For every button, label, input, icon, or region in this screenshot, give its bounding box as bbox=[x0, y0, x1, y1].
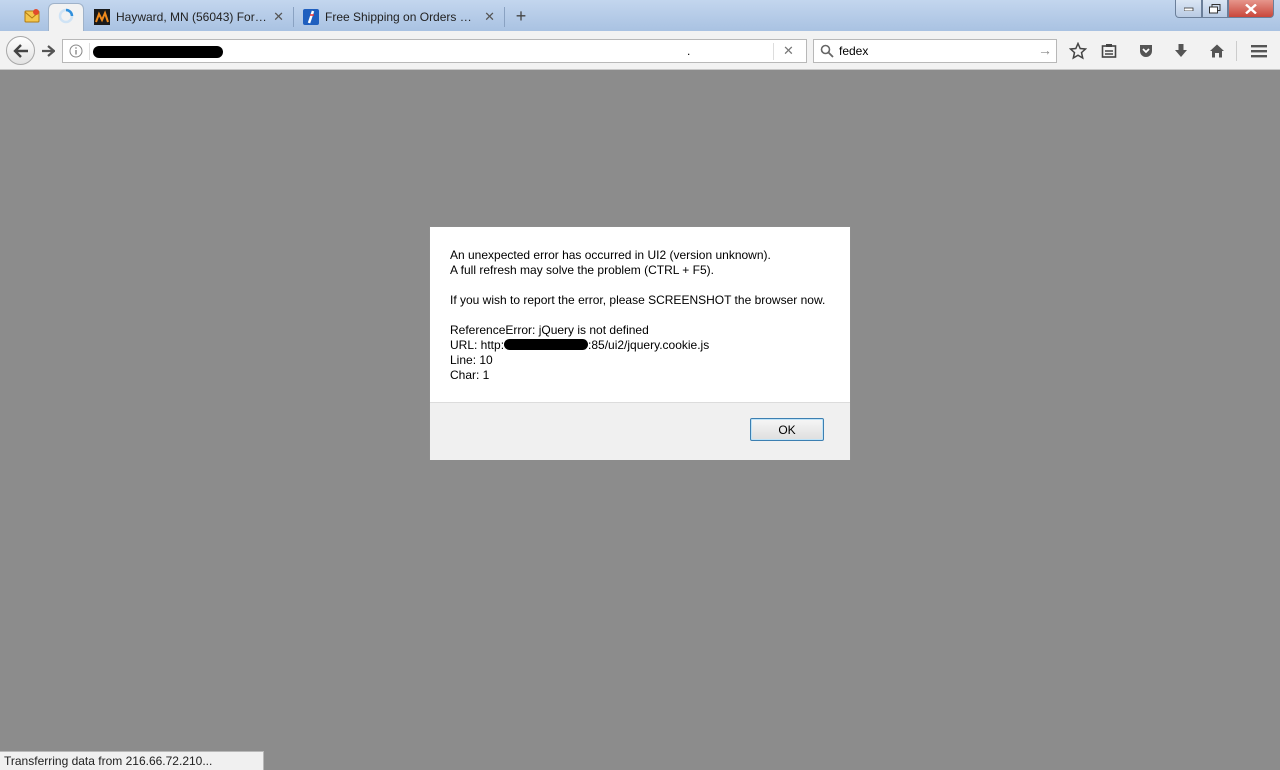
info-icon[interactable] bbox=[69, 44, 83, 61]
tab-separator bbox=[293, 7, 294, 27]
menu-button[interactable] bbox=[1249, 41, 1269, 61]
error-line: An unexpected error has occurred in UI2 … bbox=[450, 248, 771, 262]
error-line: ReferenceError: jQuery is not defined bbox=[450, 323, 649, 337]
error-line-number: Line: 10 bbox=[450, 353, 493, 367]
home-icon bbox=[1210, 44, 1224, 58]
error-url-line: URL: http: :85/ui2/jquery.cookie.js bbox=[450, 338, 840, 353]
downloads-button[interactable] bbox=[1171, 41, 1191, 61]
restore-icon bbox=[1209, 3, 1221, 13]
search-bar[interactable]: fedex → bbox=[813, 39, 1057, 63]
redacted-host bbox=[504, 339, 589, 350]
error-dialog: An unexpected error has occurred in UI2 … bbox=[429, 226, 851, 460]
dialog-footer: OK bbox=[430, 402, 850, 460]
search-go-icon[interactable]: → bbox=[1038, 42, 1052, 58]
shipping-favicon-icon bbox=[303, 9, 319, 25]
url-separator bbox=[89, 43, 90, 60]
back-arrow-icon bbox=[12, 43, 28, 58]
minimize-icon bbox=[1183, 7, 1193, 11]
close-icon bbox=[1245, 3, 1257, 14]
pocket-icon bbox=[1140, 45, 1152, 57]
error-line: If you wish to report the error, please … bbox=[450, 293, 826, 307]
search-icon bbox=[820, 44, 834, 61]
maximize-button[interactable] bbox=[1202, 0, 1228, 18]
tab-title: Hayward, MN (56043) Fore... bbox=[116, 10, 268, 24]
clear-url-icon[interactable]: ✕ bbox=[783, 43, 794, 59]
error-message: An unexpected error has occurred in UI2 … bbox=[450, 248, 840, 383]
window-controls bbox=[1175, 0, 1274, 18]
plus-icon: + bbox=[515, 6, 527, 26]
error-url-prefix: URL: http: bbox=[450, 338, 505, 352]
mail-icon bbox=[24, 8, 40, 26]
error-line: A full refresh may solve the problem (CT… bbox=[450, 263, 714, 277]
error-line bbox=[450, 308, 840, 323]
loading-spinner-icon bbox=[58, 8, 74, 27]
ok-button[interactable]: OK bbox=[750, 418, 824, 441]
error-char-number: Char: 1 bbox=[450, 368, 490, 382]
pinned-tab-mail[interactable] bbox=[16, 3, 48, 31]
toolbar-divider bbox=[1236, 41, 1237, 61]
new-tab-button[interactable]: + bbox=[510, 5, 532, 27]
clipboard-icon bbox=[1101, 44, 1117, 58]
close-window-button[interactable] bbox=[1228, 0, 1274, 18]
reading-list-button[interactable] bbox=[1099, 41, 1119, 61]
tab-separator bbox=[504, 7, 505, 27]
url-text: . bbox=[687, 44, 691, 58]
tab-close-icon[interactable]: ✕ bbox=[273, 9, 284, 25]
minimize-button[interactable] bbox=[1175, 0, 1202, 18]
tab-title: Free Shipping on Orders O... bbox=[325, 10, 477, 24]
bookmark-star-button[interactable] bbox=[1068, 41, 1088, 61]
error-line bbox=[450, 278, 840, 293]
download-arrow-icon bbox=[1175, 44, 1187, 57]
status-panel: Transferring data from 216.66.72.210... bbox=[0, 751, 264, 770]
back-button[interactable] bbox=[6, 36, 35, 65]
tab-weather[interactable]: Hayward, MN (56043) Fore... ✕ bbox=[86, 3, 292, 31]
url-divider bbox=[773, 43, 774, 60]
pinned-tab-active[interactable] bbox=[48, 3, 84, 31]
star-icon bbox=[1069, 42, 1087, 60]
url-bar[interactable]: . ✕ bbox=[62, 39, 807, 63]
error-url-suffix: :85/ui2/jquery.cookie.js bbox=[588, 338, 710, 352]
pocket-button[interactable] bbox=[1136, 41, 1156, 61]
tab-close-icon[interactable]: ✕ bbox=[484, 9, 495, 25]
redacted-url bbox=[93, 46, 223, 58]
home-button[interactable] bbox=[1207, 41, 1227, 61]
forward-button[interactable] bbox=[37, 40, 59, 62]
tab-strip: Hayward, MN (56043) Fore... ✕ Free Shipp… bbox=[0, 0, 1280, 31]
forward-arrow-icon bbox=[42, 45, 55, 57]
navigation-toolbar: . ✕ fedex → bbox=[0, 31, 1280, 70]
tab-shipping[interactable]: Free Shipping on Orders O... ✕ bbox=[295, 3, 503, 31]
hamburger-menu-icon bbox=[1251, 45, 1267, 58]
search-input[interactable]: fedex bbox=[839, 44, 868, 58]
weather-favicon-icon bbox=[94, 9, 110, 25]
status-text: Transferring data from 216.66.72.210... bbox=[4, 754, 213, 768]
